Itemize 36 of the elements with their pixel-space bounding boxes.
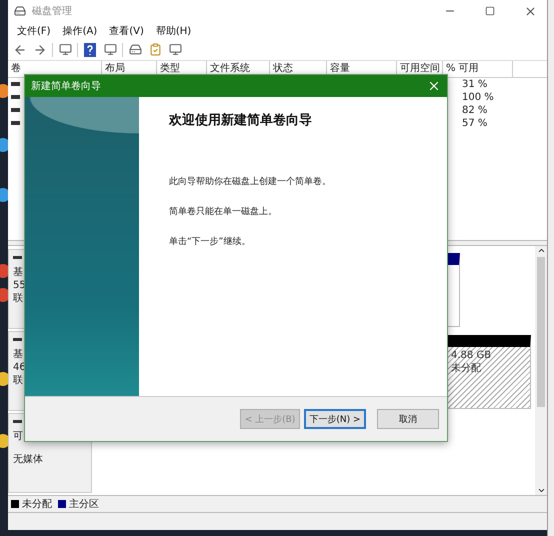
disk-info-text: 联 [13, 375, 24, 386]
disk-info-text: 基 [13, 267, 24, 278]
wizard-text: 简单卷只能在单一磁盘上。 [169, 206, 278, 218]
window-title: 磁盘管理 [32, 5, 73, 18]
partition-size: 4.88 GB [451, 350, 492, 362]
disk-info-text: 无媒体 [13, 454, 44, 466]
table-cell-text: 82 % [462, 104, 488, 116]
maximize-icon [485, 6, 496, 16]
help-button[interactable] [82, 42, 98, 58]
disk-info-text: 可 [13, 431, 24, 442]
close-icon [427, 79, 441, 93]
panel-button[interactable] [102, 42, 118, 58]
properties-button[interactable] [167, 42, 183, 58]
wizard-heading: 欢迎使用新建简单卷向导 [169, 112, 313, 129]
wizard-text: 单击“下一步”继续。 [169, 236, 252, 248]
table-cell-text: 31 % [462, 78, 488, 90]
unallocated-partition[interactable]: 4.88 GB 未分配 [447, 335, 532, 410]
wizard-text: 此向导帮助你在磁盘上创建一个简单卷。 [169, 176, 332, 188]
partition-status: 未分配 [451, 362, 482, 376]
menu-item[interactable]: 查看(V) [104, 22, 149, 39]
table-cell-text: 100 % [462, 92, 495, 103]
menu-item[interactable]: 帮助(H) [150, 22, 196, 39]
table-cell-text: 57 % [462, 118, 488, 129]
legend-label: 未分配 [22, 498, 52, 512]
cd-drive-icon [13, 420, 22, 424]
scrollbar[interactable] [535, 246, 548, 496]
disk-info-text: 基 [13, 349, 24, 360]
menu-item[interactable]: 操作(A) [58, 22, 102, 39]
close-icon [524, 4, 537, 18]
cancel-button[interactable]: 取消 [377, 409, 439, 429]
menu-item[interactable]: 文件(F) [12, 22, 56, 39]
disk-info-text: 联 [13, 293, 24, 304]
legend-label: 主分区 [69, 498, 99, 512]
console-tree-button[interactable] [57, 42, 73, 58]
next-button[interactable]: 下一步(N) > [304, 409, 366, 429]
dialog-title: 新建简单卷向导 [31, 80, 102, 93]
